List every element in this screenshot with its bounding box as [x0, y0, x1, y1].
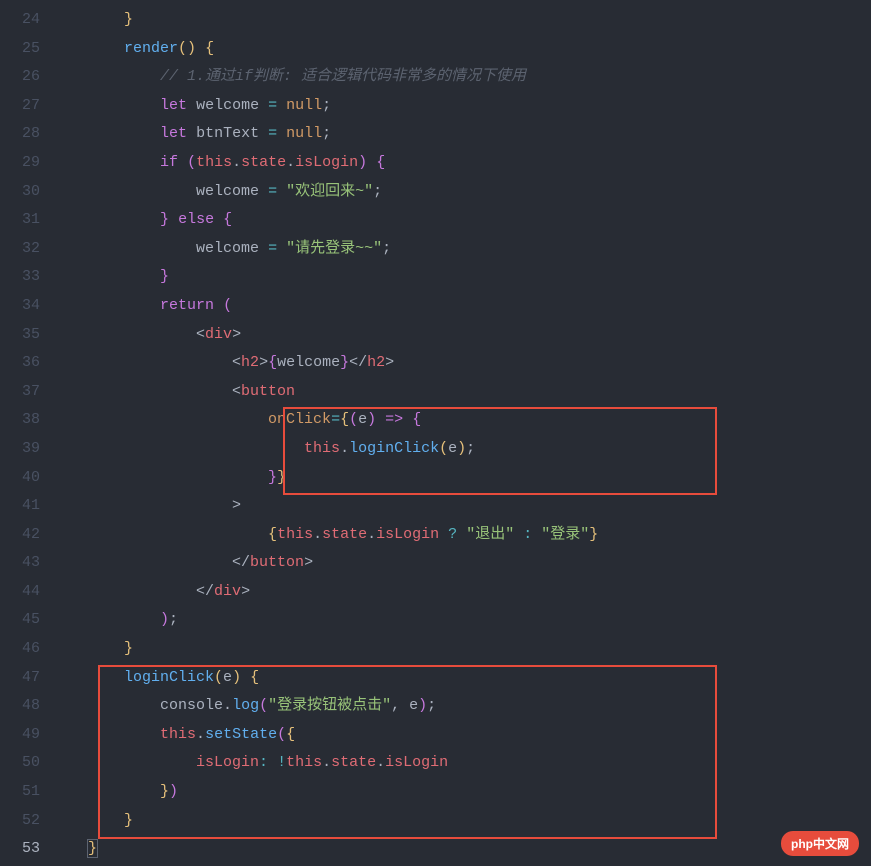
line-number-gutter: 24 25 26 27 28 29 30 31 32 33 34 35 36 3… — [0, 0, 52, 866]
line-number: 25 — [8, 35, 40, 64]
line-number: 35 — [8, 321, 40, 350]
line-number: 52 — [8, 807, 40, 836]
line-number: 43 — [8, 549, 40, 578]
code-editor: 24 25 26 27 28 29 30 31 32 33 34 35 36 3… — [0, 0, 871, 866]
code-area[interactable]: } render() { // 1.通过if判断: 适合逻辑代码非常多的情况下使… — [52, 0, 871, 866]
line-number: 27 — [8, 92, 40, 121]
line-number: 24 — [8, 6, 40, 35]
line-number: 36 — [8, 349, 40, 378]
line-number: 32 — [8, 235, 40, 264]
line-number: 37 — [8, 378, 40, 407]
line-number: 53 — [8, 835, 40, 864]
line-number: 46 — [8, 635, 40, 664]
line-number: 45 — [8, 606, 40, 635]
line-number: 39 — [8, 435, 40, 464]
line-number: 28 — [8, 120, 40, 149]
line-number: 47 — [8, 664, 40, 693]
watermark-logo: php中文网 — [781, 831, 859, 856]
line-number: 41 — [8, 492, 40, 521]
line-number: 31 — [8, 206, 40, 235]
line-number: 34 — [8, 292, 40, 321]
line-number: 42 — [8, 521, 40, 550]
line-number: 40 — [8, 464, 40, 493]
line-number: 44 — [8, 578, 40, 607]
line-number: 29 — [8, 149, 40, 178]
line-number: 30 — [8, 178, 40, 207]
line-number: 33 — [8, 263, 40, 292]
line-number: 26 — [8, 63, 40, 92]
line-number: 49 — [8, 721, 40, 750]
line-number: 48 — [8, 692, 40, 721]
line-number: 50 — [8, 749, 40, 778]
code-content[interactable]: } render() { // 1.通过if判断: 适合逻辑代码非常多的情况下使… — [52, 6, 871, 864]
line-number: 38 — [8, 406, 40, 435]
line-number: 51 — [8, 778, 40, 807]
